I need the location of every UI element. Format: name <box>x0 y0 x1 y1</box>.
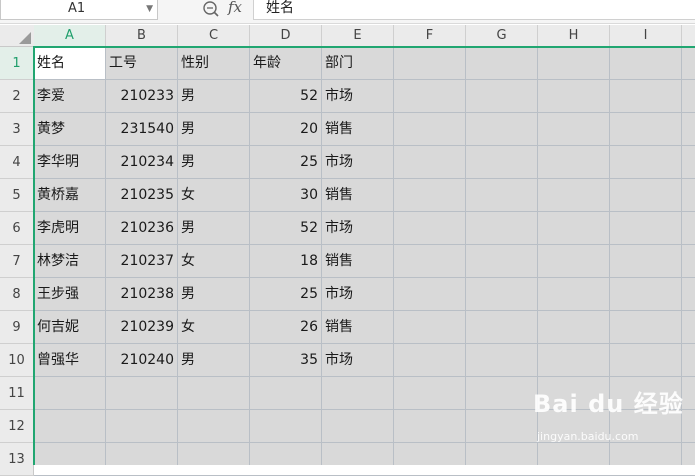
cell-A10[interactable]: 曾强华 <box>34 344 105 376</box>
grid-line <box>393 47 394 465</box>
row-header-7[interactable]: 7 <box>0 245 34 278</box>
row-header-3[interactable]: 3 <box>0 113 34 146</box>
column-header-I[interactable]: I <box>610 25 682 46</box>
cell-A5[interactable]: 黄桥嘉 <box>34 179 105 211</box>
cell-D8[interactable]: 25 <box>250 278 321 310</box>
cell-D9[interactable]: 26 <box>250 311 321 343</box>
cell-E5[interactable]: 销售 <box>322 179 393 211</box>
cell-C5[interactable]: 女 <box>178 179 249 211</box>
cell-B3[interactable]: 231540 <box>106 113 177 145</box>
row-header-11[interactable]: 11 <box>0 377 34 410</box>
row-header-6[interactable]: 6 <box>0 212 34 245</box>
cell-A7[interactable]: 林梦洁 <box>34 245 105 277</box>
chevron-down-icon[interactable]: ▼ <box>146 0 153 18</box>
select-all-triangle-icon <box>19 32 31 44</box>
cell-C9[interactable]: 女 <box>178 311 249 343</box>
cell-C8[interactable]: 男 <box>178 278 249 310</box>
cell-A6[interactable]: 李虎明 <box>34 212 105 244</box>
row-header-10[interactable]: 10 <box>0 344 34 377</box>
cell-D1[interactable]: 年龄 <box>250 47 321 79</box>
cell-E1[interactable]: 部门 <box>322 47 393 79</box>
grid-line <box>34 376 695 377</box>
cell-D10[interactable]: 35 <box>250 344 321 376</box>
grid-line <box>465 47 466 465</box>
formula-bar: A1 ▼ fx 姓名 <box>0 0 695 24</box>
row-header-5[interactable]: 5 <box>0 179 34 212</box>
column-header-D[interactable]: D <box>250 25 322 46</box>
cell-D4[interactable]: 25 <box>250 146 321 178</box>
row-header-1[interactable]: 1 <box>0 47 34 80</box>
select-all-button[interactable] <box>0 25 34 47</box>
cell-B5[interactable]: 210235 <box>106 179 177 211</box>
cell-B2[interactable]: 210233 <box>106 80 177 112</box>
column-header-C[interactable]: C <box>178 25 250 46</box>
column-header-E[interactable]: E <box>322 25 394 46</box>
cell-D3[interactable]: 20 <box>250 113 321 145</box>
cell-B4[interactable]: 210234 <box>106 146 177 178</box>
cell-C3[interactable]: 男 <box>178 113 249 145</box>
cell-B6[interactable]: 210236 <box>106 212 177 244</box>
row-header-4[interactable]: 4 <box>0 146 34 179</box>
watermark-url: jingyan.baidu.com <box>537 430 639 443</box>
cell-E10[interactable]: 市场 <box>322 344 393 376</box>
row-header-13[interactable]: 13 <box>0 443 34 476</box>
cell-B7[interactable]: 210237 <box>106 245 177 277</box>
watermark-logo: Bai du 经验 <box>533 390 684 418</box>
cell-E6[interactable]: 市场 <box>322 212 393 244</box>
row-header-8[interactable]: 8 <box>0 278 34 311</box>
cell-A1[interactable]: 姓名 <box>34 47 105 79</box>
column-header-F[interactable]: F <box>394 25 466 46</box>
name-box[interactable]: A1 ▼ <box>0 0 158 20</box>
fx-icon[interactable]: fx <box>228 0 242 16</box>
cell-D6[interactable]: 52 <box>250 212 321 244</box>
column-header-G[interactable]: G <box>466 25 538 46</box>
cell-C7[interactable]: 女 <box>178 245 249 277</box>
cell-B8[interactable]: 210238 <box>106 278 177 310</box>
column-header-H[interactable]: H <box>538 25 610 46</box>
cell-C4[interactable]: 男 <box>178 146 249 178</box>
row-header-9[interactable]: 9 <box>0 311 34 344</box>
column-header-B[interactable]: B <box>106 25 178 46</box>
cell-E3[interactable]: 销售 <box>322 113 393 145</box>
cell-A2[interactable]: 李爱 <box>34 80 105 112</box>
cell-D7[interactable]: 18 <box>250 245 321 277</box>
formula-input-value: 姓名 <box>266 0 294 16</box>
cell-A3[interactable]: 黄梦 <box>34 113 105 145</box>
cell-B10[interactable]: 210240 <box>106 344 177 376</box>
formula-input[interactable]: 姓名 <box>253 0 695 20</box>
cell-E8[interactable]: 市场 <box>322 278 393 310</box>
cell-C6[interactable]: 男 <box>178 212 249 244</box>
cell-A8[interactable]: 王步强 <box>34 278 105 310</box>
cell-C1[interactable]: 性别 <box>178 47 249 79</box>
cell-E2[interactable]: 市场 <box>322 80 393 112</box>
cell-B9[interactable]: 210239 <box>106 311 177 343</box>
cell-A9[interactable]: 何吉妮 <box>34 311 105 343</box>
cell-A4[interactable]: 李华明 <box>34 146 105 178</box>
cell-E7[interactable]: 销售 <box>322 245 393 277</box>
cell-E9[interactable]: 销售 <box>322 311 393 343</box>
row-header-12[interactable]: 12 <box>0 410 34 443</box>
cell-C10[interactable]: 男 <box>178 344 249 376</box>
zoom-icon[interactable] <box>201 0 221 18</box>
column-header-bar: ABCDEFGHI <box>0 25 695 47</box>
cell-C2[interactable]: 男 <box>178 80 249 112</box>
cell-B1[interactable]: 工号 <box>106 47 177 79</box>
baidu-watermark: Bai du 经验 jingyan.baidu.com <box>533 384 693 444</box>
name-box-value: A1 <box>68 1 86 16</box>
cell-D2[interactable]: 52 <box>250 80 321 112</box>
column-header-A[interactable]: A <box>34 25 106 46</box>
row-header-2[interactable]: 2 <box>0 80 34 113</box>
cell-E4[interactable]: 市场 <box>322 146 393 178</box>
cell-D5[interactable]: 30 <box>250 179 321 211</box>
